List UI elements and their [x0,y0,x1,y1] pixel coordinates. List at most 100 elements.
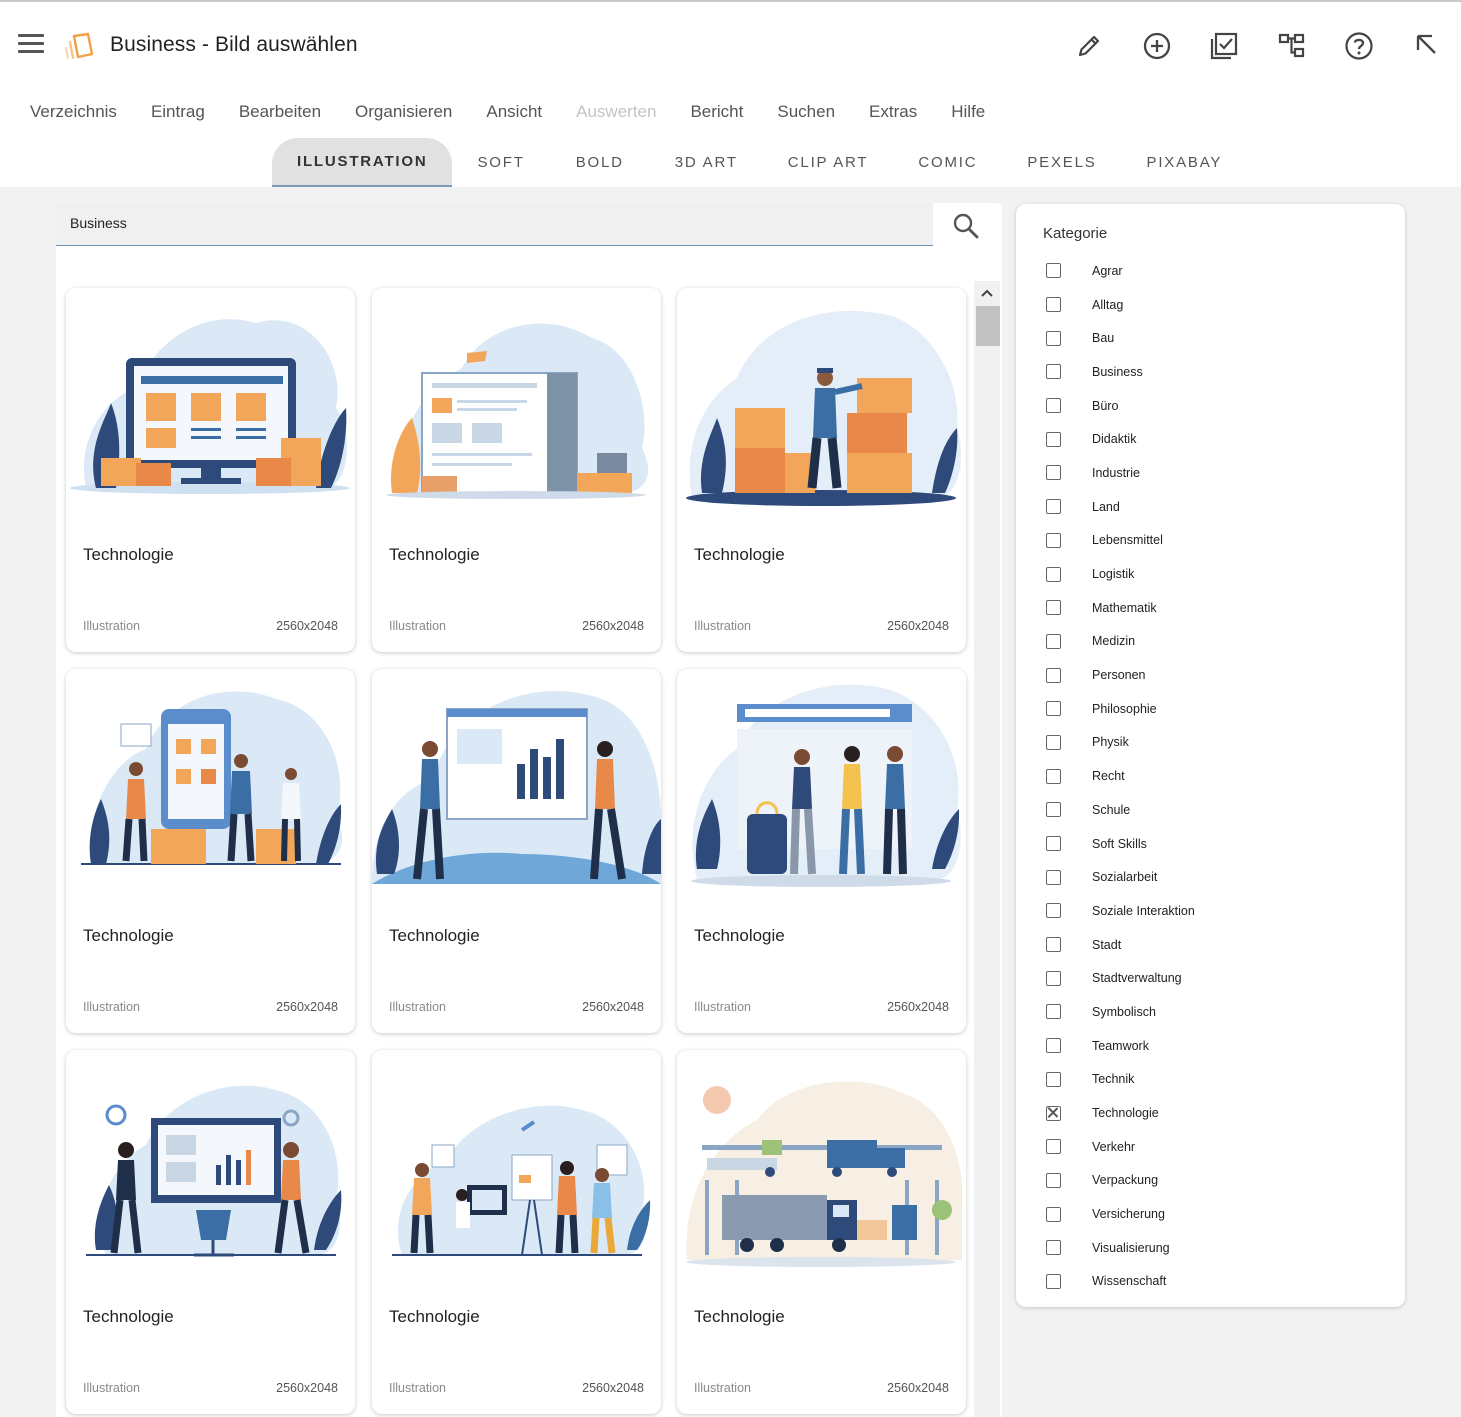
category-item[interactable]: Lebensmittel [1046,524,1195,558]
category-checkbox[interactable] [1046,937,1061,953]
tab-pexels[interactable]: PEXELS [1002,138,1121,187]
category-item[interactable]: Business [1046,355,1195,389]
category-checkbox[interactable] [1046,532,1061,548]
results-scrollbar[interactable] [974,281,1000,1417]
category-checkbox[interactable] [1046,1240,1061,1256]
category-checkbox[interactable] [1046,1273,1061,1289]
category-item[interactable]: Mathematik [1046,591,1195,625]
category-checkbox[interactable] [1046,768,1061,784]
category-item[interactable]: Symbolisch [1046,995,1195,1029]
category-checkbox[interactable] [1046,1206,1061,1222]
tab-3d-art[interactable]: 3D ART [650,138,763,187]
category-item[interactable]: Alltag [1046,288,1195,322]
image-card[interactable]: Technologie Illustration 2560x2048 [66,288,355,652]
category-checkbox[interactable] [1046,1139,1061,1155]
category-checkbox[interactable] [1046,499,1061,515]
category-item[interactable]: Sozialarbeit [1046,860,1195,894]
category-checkbox[interactable] [1046,465,1061,481]
category-checkbox[interactable] [1046,566,1061,582]
category-checkbox[interactable] [1046,600,1061,616]
tab-soft[interactable]: SOFT [452,138,549,187]
tab-comic[interactable]: COMIC [893,138,1002,187]
category-item[interactable]: Wissenschaft [1046,1265,1195,1299]
tab-pixabay[interactable]: PIXABAY [1122,138,1248,187]
category-checkbox[interactable] [1046,1105,1061,1121]
category-item[interactable]: Schule [1046,793,1195,827]
category-item[interactable]: Soziale Interaktion [1046,894,1195,928]
image-card[interactable]: Technologie Illustration 2560x2048 [372,288,661,652]
category-item[interactable]: Verpackung [1046,1164,1195,1198]
image-card[interactable]: Technologie Illustration 2560x2048 [677,288,966,652]
hamburger-menu-icon[interactable] [18,34,46,58]
category-item[interactable]: Logistik [1046,557,1195,591]
category-item[interactable]: Agrar [1046,254,1195,288]
category-item[interactable]: Medizin [1046,625,1195,659]
checklist-icon[interactable] [1206,28,1242,64]
category-checkbox[interactable] [1046,903,1061,919]
category-checkbox[interactable] [1046,1038,1061,1054]
category-checkbox[interactable] [1046,1172,1061,1188]
tree-icon[interactable] [1274,28,1310,64]
menu-item-extras[interactable]: Extras [869,102,917,122]
category-checkbox[interactable] [1046,297,1061,313]
category-item[interactable]: Soft Skills [1046,827,1195,861]
category-checkbox[interactable] [1046,1071,1061,1087]
image-card[interactable]: Technologie Illustration 2560x2048 [677,669,966,1033]
image-card[interactable]: Technologie Illustration 2560x2048 [66,1050,355,1414]
category-item[interactable]: Teamwork [1046,1029,1195,1063]
category-checkbox[interactable] [1046,431,1061,447]
arrow-up-left-icon[interactable] [1408,28,1444,64]
tab-clip-art[interactable]: CLIP ART [763,138,894,187]
category-item[interactable]: Technologie [1046,1096,1195,1130]
category-checkbox[interactable] [1046,633,1061,649]
category-item[interactable]: Visualisierung [1046,1231,1195,1265]
category-checkbox[interactable] [1046,398,1061,414]
menu-item-ansicht[interactable]: Ansicht [486,102,542,122]
plus-circle-icon[interactable] [1139,28,1175,64]
category-item[interactable]: Physik [1046,726,1195,760]
category-checkbox[interactable] [1046,802,1061,818]
scroll-up-icon[interactable] [974,281,1000,305]
help-icon[interactable] [1341,28,1377,64]
category-item[interactable]: Didaktik [1046,422,1195,456]
category-checkbox[interactable] [1046,667,1061,683]
menu-item-suchen[interactable]: Suchen [777,102,835,122]
category-checkbox[interactable] [1046,970,1061,986]
category-checkbox[interactable] [1046,734,1061,750]
search-input[interactable] [70,215,910,231]
category-item[interactable]: Verkehr [1046,1130,1195,1164]
menu-item-eintrag[interactable]: Eintrag [151,102,205,122]
menu-item-hilfe[interactable]: Hilfe [951,102,985,122]
category-item[interactable]: Philosophie [1046,692,1195,726]
category-checkbox[interactable] [1046,836,1061,852]
category-checkbox[interactable] [1046,701,1061,717]
menu-item-organisieren[interactable]: Organisieren [355,102,452,122]
category-checkbox[interactable] [1046,330,1061,346]
category-item[interactable]: Land [1046,490,1195,524]
category-item[interactable]: Büro [1046,389,1195,423]
scrollbar-thumb[interactable] [976,306,1000,346]
search-icon[interactable] [951,211,981,241]
category-item[interactable]: Stadtverwaltung [1046,961,1195,995]
category-item[interactable]: Stadt [1046,928,1195,962]
category-item[interactable]: Personen [1046,658,1195,692]
menu-item-verzeichnis[interactable]: Verzeichnis [30,102,117,122]
tab-bold[interactable]: BOLD [550,138,650,187]
image-card[interactable]: Technologie Illustration 2560x2048 [372,669,661,1033]
category-checkbox[interactable] [1046,364,1061,380]
category-item[interactable]: Versicherung [1046,1197,1195,1231]
category-item[interactable]: Bau [1046,321,1195,355]
menu-item-bericht[interactable]: Bericht [690,102,743,122]
category-item[interactable]: Recht [1046,759,1195,793]
image-card[interactable]: Technologie Illustration 2560x2048 [372,1050,661,1414]
category-checkbox[interactable] [1046,263,1061,279]
tab-illustration[interactable]: ILLUSTRATION [272,138,453,187]
image-card[interactable]: Technologie Illustration 2560x2048 [66,669,355,1033]
category-item[interactable]: Industrie [1046,456,1195,490]
category-item[interactable]: Technik [1046,1063,1195,1097]
category-checkbox[interactable] [1046,1004,1061,1020]
category-checkbox[interactable] [1046,869,1061,885]
image-card[interactable]: Technologie Illustration 2560x2048 [677,1050,966,1414]
menu-item-bearbeiten[interactable]: Bearbeiten [239,102,321,122]
pencil-icon[interactable] [1071,28,1107,64]
